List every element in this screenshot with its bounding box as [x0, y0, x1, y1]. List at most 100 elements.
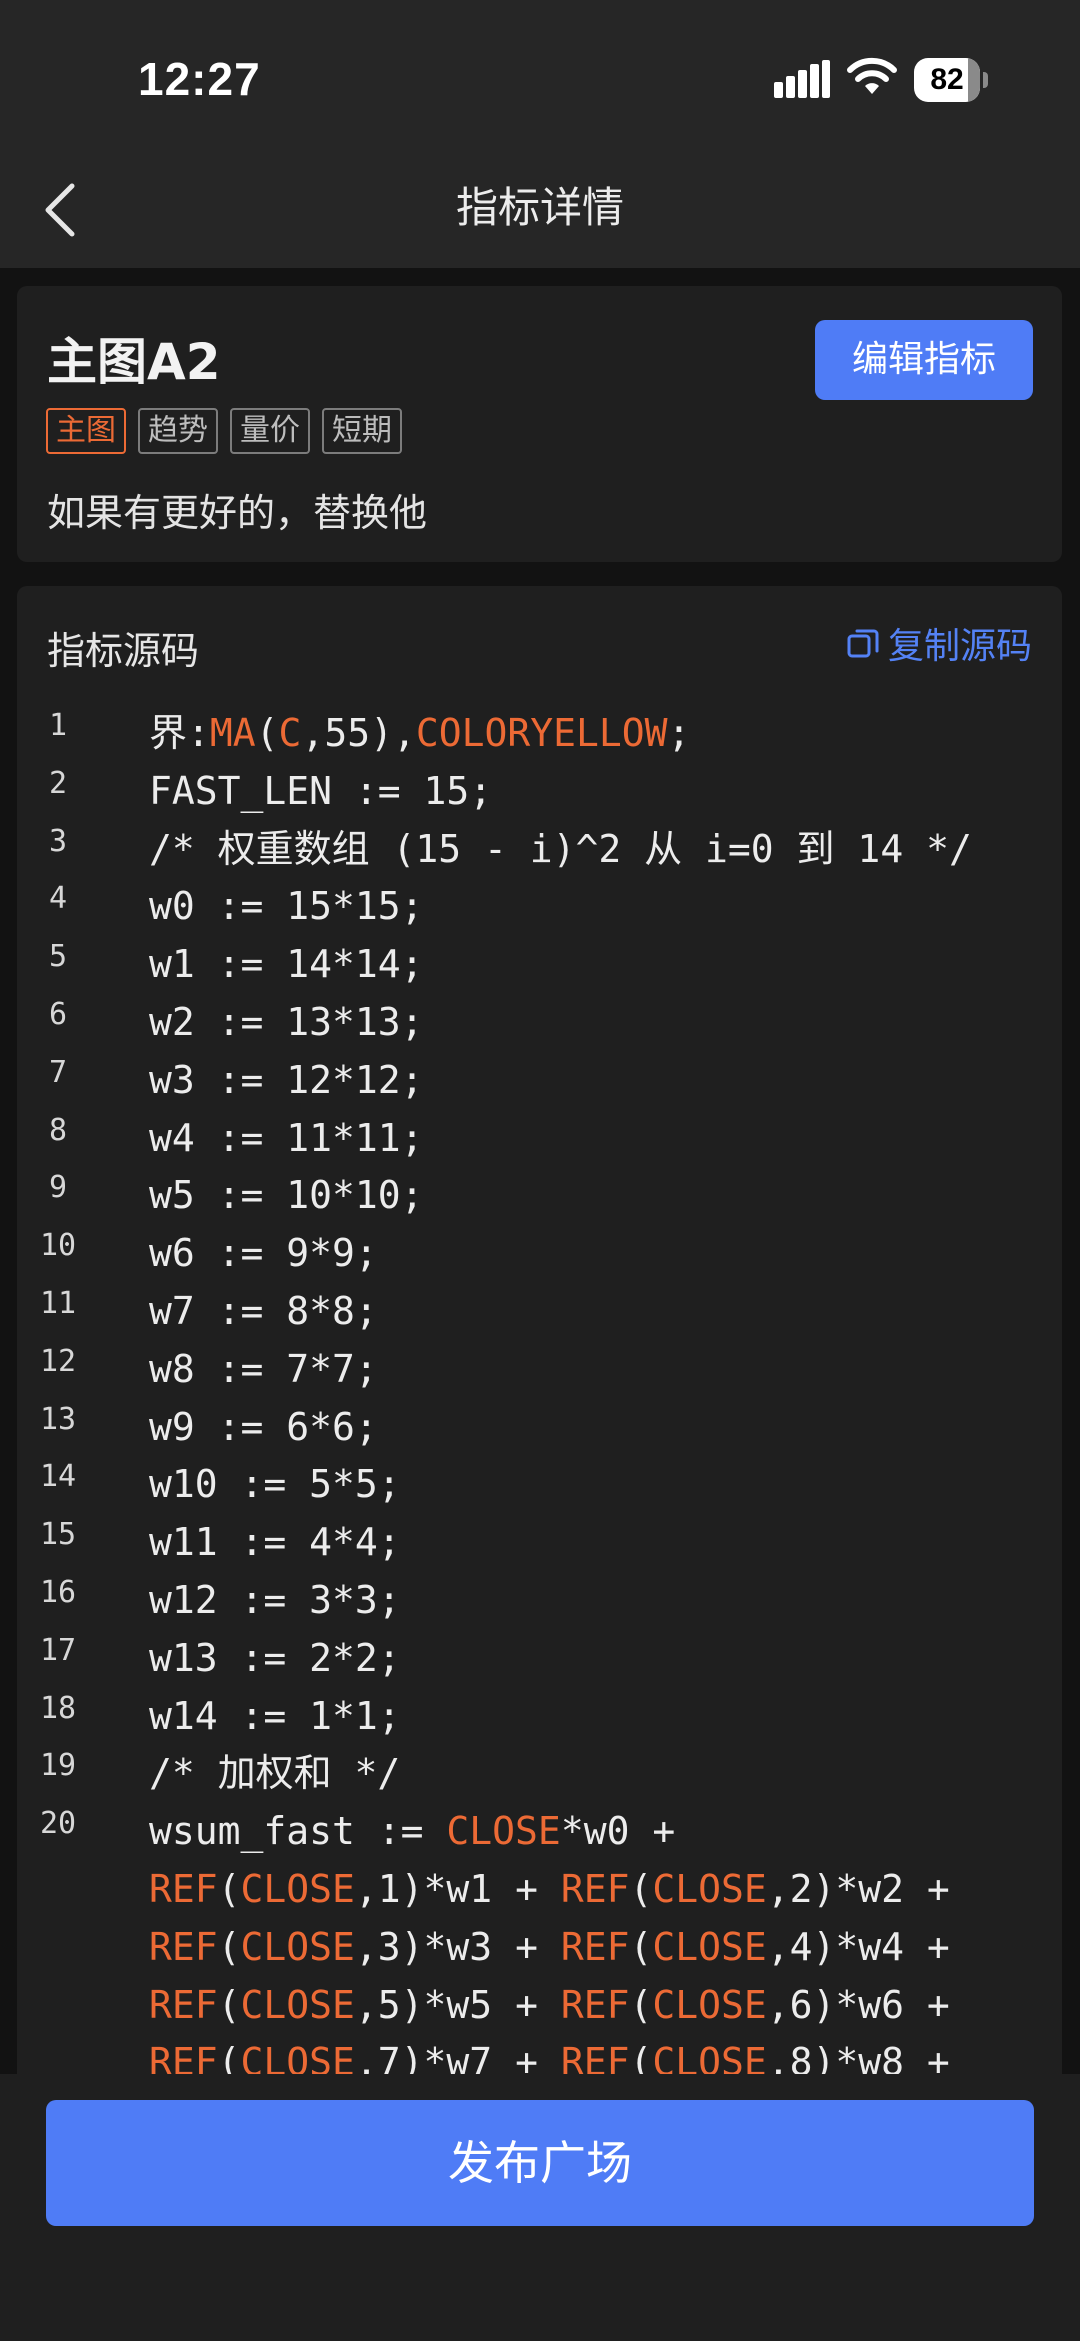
code-line: 13 w9 := 6*6;	[17, 1398, 1062, 1456]
line-number: 8	[48, 1112, 68, 1148]
tag-main-chart[interactable]: 主图	[46, 408, 126, 454]
code-line: 4 w0 := 15*15;	[17, 877, 1062, 935]
code-text: ,2)*w2 +	[766, 1867, 950, 1911]
edit-indicator-button[interactable]: 编辑指标	[815, 320, 1033, 400]
code-keyword: CLOSE	[652, 1982, 767, 2027]
line-code: w5 := 10*10;	[149, 1166, 424, 1224]
tag-trend[interactable]: 趋势	[138, 408, 218, 454]
line-code: w0 := 15*15;	[149, 877, 424, 935]
code-text: w2 := 13*13;	[149, 1000, 424, 1044]
code-text: w8 := 7*7;	[149, 1346, 378, 1391]
code-text: (	[629, 1867, 653, 1911]
code-keyword: CLOSE	[652, 1867, 767, 1911]
line-code: w6 := 9*9;	[149, 1224, 378, 1282]
line-code: wsum_fast := CLOSE*w0 +	[149, 1802, 675, 1860]
code-text: wsum_fast :=	[149, 1809, 447, 1854]
code-line: 10 w6 := 9*9;	[17, 1224, 1062, 1282]
code-keyword: REF	[560, 1924, 630, 1969]
code-line: 18 w14 := 1*1;	[17, 1687, 1062, 1745]
line-code: w14 := 1*1;	[149, 1687, 401, 1745]
code-keyword: COLORYELLOW	[415, 711, 668, 755]
code-text: *w0 +	[560, 1809, 676, 1854]
battery-level: 82	[930, 63, 964, 96]
line-number: 10	[39, 1228, 77, 1264]
source-code-card: 指标源码 复制源码 1 界:MA(C,55),COLORYELLOW; 2 FAST_…	[17, 586, 1062, 2086]
code-text: ,4)*w4 +	[766, 1924, 950, 1969]
code-text: (	[629, 1924, 653, 1969]
line-code: w13 := 2*2;	[149, 1629, 401, 1687]
code-keyword: REF	[560, 1867, 630, 1911]
code-text: w11 := 4*4;	[149, 1520, 401, 1565]
copy-icon	[847, 629, 879, 658]
line-code: w2 := 13*13;	[149, 993, 424, 1051]
battery-tip	[983, 72, 988, 88]
line-code: w9 := 6*6;	[149, 1398, 378, 1456]
code-keyword: REF	[560, 1982, 630, 2027]
code-text: (	[629, 1982, 653, 2027]
code-text: w13 := 2*2;	[149, 1635, 401, 1680]
line-code: REF(CLOSE,3)*w3 + REF(CLOSE,4)*w4 +	[149, 1918, 950, 1976]
source-code-header: 指标源码	[47, 629, 200, 673]
line-code: w4 := 11*11;	[149, 1109, 424, 1167]
line-code: w3 := 12*12;	[149, 1051, 424, 1109]
line-number: 1	[48, 708, 68, 743]
code-text: w9 := 6*6;	[149, 1404, 378, 1449]
code-text: ,6)*w6 +	[766, 1982, 950, 2027]
line-number: 11	[39, 1286, 77, 1321]
code-text: w7 := 8*8;	[149, 1289, 378, 1333]
line-code: w12 := 3*3;	[149, 1571, 401, 1629]
code-area: 1 界:MA(C,55),COLORYELLOW; 2 FAST_LEN := 15;…	[17, 704, 1062, 2086]
publish-to-square-button[interactable]: 发布广场	[46, 2100, 1034, 2226]
code-text: w10 := 5*5;	[149, 1462, 401, 1507]
code-text: (	[255, 711, 279, 755]
line-number: 19	[39, 1748, 77, 1784]
code-keyword: REF	[149, 1867, 218, 1911]
indicator-description: 如果有更好的，替换他	[47, 491, 428, 535]
indicator-title: 主图A2	[47, 333, 221, 391]
code-line: 19 /* 加权和 */	[17, 1744, 1062, 1802]
line-number: 17	[39, 1632, 77, 1668]
code-line: 6 w2 := 13*13;	[17, 993, 1062, 1051]
status-bar: 12:27 82	[0, 0, 1080, 150]
code-line: 12 w8 := 7*7;	[17, 1340, 1062, 1398]
line-code: w8 := 7*7;	[149, 1340, 378, 1398]
line-code: FAST_LEN := 15;	[149, 762, 492, 820]
copy-source-button[interactable]: 复制源码	[846, 620, 1032, 667]
wifi-icon	[847, 57, 897, 94]
code-text: w14 := 1*1;	[149, 1693, 401, 1738]
code-text: (	[217, 1982, 241, 2027]
line-number: 7	[48, 1054, 68, 1090]
line-code: /* 加权和 */	[149, 1744, 400, 1802]
tag-short-term[interactable]: 短期	[322, 408, 402, 454]
line-code: w7 := 8*8;	[149, 1282, 378, 1340]
line-number: 9	[48, 1170, 68, 1206]
line-code: w10 := 5*5;	[149, 1455, 401, 1513]
code-line: REF(CLOSE,5)*w5 + REF(CLOSE,6)*w6 +	[17, 1976, 1062, 2034]
code-text: ,3)*w3 +	[354, 1924, 561, 1969]
code-line: 9 w5 := 10*10;	[17, 1166, 1062, 1224]
code-line: REF(CLOSE,3)*w3 + REF(CLOSE,4)*w4 +	[17, 1918, 1062, 1976]
code-line: 5 w1 := 14*14;	[17, 935, 1062, 993]
line-code: w11 := 4*4;	[149, 1513, 401, 1571]
code-keyword: REF	[149, 1982, 218, 2027]
code-text: w6 := 9*9;	[149, 1231, 378, 1276]
line-number: 13	[39, 1401, 77, 1437]
code-line: 14 w10 := 5*5;	[17, 1455, 1062, 1513]
page-title: 指标详情	[455, 183, 624, 232]
code-line: 11 w7 := 8*8;	[17, 1282, 1062, 1340]
cellular-signal-icon	[774, 60, 830, 98]
code-keyword: CLOSE	[240, 1924, 355, 1969]
battery-icon: 82	[914, 58, 990, 102]
code-line: 20 wsum_fast := CLOSE*w0 +	[17, 1802, 1062, 1860]
code-line: 8 w4 := 11*11;	[17, 1109, 1062, 1167]
code-text: ,5)*w5 +	[354, 1982, 561, 2027]
tag-list: 主图 趋势 量价 短期	[46, 408, 402, 454]
line-number: 5	[48, 939, 68, 975]
tag-volume-price[interactable]: 量价	[230, 408, 310, 454]
code-line: 15 w11 := 4*4;	[17, 1513, 1062, 1571]
line-code: w1 := 14*14;	[149, 935, 424, 993]
code-text: 界:	[149, 711, 210, 755]
code-text: ,1)*w1 +	[354, 1867, 561, 1911]
indicator-info-card: 主图A2 编辑指标 主图 趋势 量价 短期 如果有更好的，替换他	[17, 286, 1062, 562]
line-number: 3	[48, 823, 68, 859]
